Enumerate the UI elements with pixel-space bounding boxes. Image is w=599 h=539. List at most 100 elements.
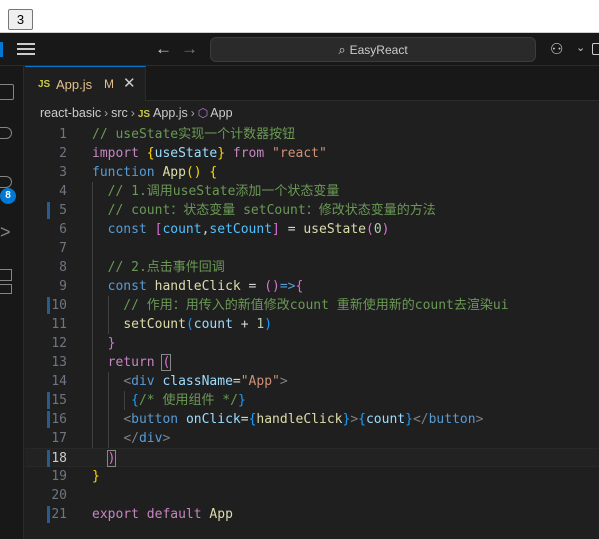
layout-icon[interactable] — [592, 43, 599, 55]
line-number: 18 — [51, 451, 67, 466]
line-number: 8 — [59, 260, 67, 275]
app-preview-strip: 3 — [0, 0, 599, 33]
code-text: // useState实现一个计数器按钮 — [92, 127, 296, 142]
code-text: ) — [106, 450, 117, 467]
code-editor[interactable]: 1 // useState实现一个计数器按钮 2 import {useStat… — [25, 125, 599, 539]
code-line: 2 import {useState} from "react" — [25, 144, 599, 163]
code-line: 7 — [25, 239, 599, 258]
modified-indicator: M — [104, 77, 114, 91]
code-text: import {useState} from "react" — [92, 146, 327, 161]
chevron-right-icon: › — [104, 106, 109, 120]
line-number: 10 — [51, 298, 67, 313]
code-line: 3 function App() { — [25, 163, 599, 182]
line-number: 21 — [51, 507, 67, 522]
active-indicator — [0, 42, 3, 57]
close-icon[interactable]: ✕ — [123, 74, 136, 92]
run-debug-icon[interactable]: > — [0, 223, 14, 241]
line-number: 14 — [51, 374, 67, 389]
breadcrumb-file-label: App.js — [153, 106, 188, 120]
code-text: } — [107, 336, 116, 351]
extensions-icon[interactable] — [0, 269, 12, 281]
activity-bar: 8 > — [0, 66, 24, 539]
breadcrumb-item-src[interactable]: src — [111, 101, 128, 125]
code-line-active: 18 ) — [25, 448, 599, 467]
line-number: 19 — [51, 469, 67, 484]
search-icon: ⌕ — [338, 42, 346, 57]
code-line: 12 } — [25, 334, 599, 353]
line-number: 13 — [51, 355, 67, 370]
code-text: // count：状态变量 setCount：修改状态变量的方法 — [92, 203, 436, 218]
line-number: 2 — [59, 146, 67, 161]
line-number: 6 — [59, 222, 67, 237]
line-number: 5 — [59, 203, 67, 218]
command-center-label: EasyReact — [349, 43, 408, 57]
search-icon[interactable] — [0, 127, 12, 139]
code-text: </div> — [123, 431, 171, 446]
line-number: 3 — [59, 165, 67, 180]
breadcrumb-symbol-label: App — [210, 106, 233, 120]
chevron-right-icon: › — [130, 106, 135, 120]
code-line: 19 } — [25, 467, 599, 486]
code-text: } — [92, 469, 100, 484]
chevron-down-icon[interactable]: ⌄ — [576, 41, 585, 54]
tab-label: App.js — [56, 77, 93, 92]
code-text: export default App — [92, 507, 233, 522]
breadcrumb-item-folder[interactable]: react-basic — [40, 101, 101, 125]
code-line: 15 {/* 使用组件 */} — [25, 391, 599, 410]
code-text: {/* 使用组件 */} — [131, 393, 246, 408]
source-control-badge: 8 — [0, 188, 16, 204]
code-text: return ( — [107, 354, 172, 371]
line-number: 4 — [59, 184, 67, 199]
code-text: function App() { — [92, 165, 218, 180]
javascript-file-icon: JS — [38, 79, 51, 90]
line-number: 17 — [51, 431, 67, 446]
line-number: 1 — [59, 127, 67, 142]
code-text: <div className="App"> — [123, 374, 288, 389]
code-line: 4 // 1.调用useState添加一个状态变量 — [25, 182, 599, 201]
explorer-icon[interactable] — [0, 84, 14, 100]
code-line: 1 // useState实现一个计数器按钮 — [25, 125, 599, 144]
counter-button[interactable]: 3 — [8, 9, 33, 30]
code-line: 16 <button onClick={handleClick}>{count}… — [25, 410, 599, 429]
editor-tabs: JS App.js M ✕ — [25, 66, 599, 101]
breadcrumb-item-file[interactable]: JS App.js — [138, 101, 188, 127]
source-control-icon[interactable] — [0, 176, 12, 188]
code-text: // 1.调用useState添加一个状态变量 — [92, 184, 340, 199]
command-center-search[interactable]: ⌕ EasyReact — [210, 37, 536, 62]
breadcrumb-item-symbol[interactable]: ⬡ App — [198, 101, 233, 125]
chevron-right-icon: › — [190, 106, 195, 120]
code-text: const handleClick = ()=>{ — [107, 279, 304, 294]
code-text: const [count,setCount] = useState(0) — [107, 222, 390, 237]
extensions-icon[interactable] — [0, 284, 12, 294]
code-line: 13 return ( — [25, 353, 599, 372]
forward-arrow-icon[interactable]: → — [181, 39, 198, 59]
code-text: // 2.点击事件回调 — [92, 260, 225, 275]
code-text: <button onClick={handleClick}>{count}</b… — [123, 412, 484, 427]
title-bar: ← → ⌕ EasyReact ⚇ ⌄ — [0, 33, 599, 66]
tab-app-js[interactable]: JS App.js M ✕ — [25, 66, 146, 101]
line-number: 20 — [51, 488, 67, 503]
code-line: 9 const handleClick = ()=>{ — [25, 277, 599, 296]
code-line: 8 // 2.点击事件回调 — [25, 258, 599, 277]
code-line: 10 // 作用：用传入的新值修改count 重新使用新的count去渲染ui — [25, 296, 599, 315]
line-number: 16 — [51, 412, 67, 427]
code-line: 21 export default App — [25, 505, 599, 524]
code-line: 5 // count：状态变量 setCount：修改状态变量的方法 — [25, 201, 599, 220]
code-line: 6 const [count,setCount] = useState(0) — [25, 220, 599, 239]
code-line: 14 <div className="App"> — [25, 372, 599, 391]
code-text: setCount(count + 1) — [123, 317, 273, 332]
code-text: // 作用：用传入的新值修改count 重新使用新的count去渲染ui — [92, 298, 509, 313]
menu-icon[interactable] — [17, 41, 39, 57]
symbol-function-icon: ⬡ — [197, 106, 209, 120]
code-line: 20 — [25, 486, 599, 505]
code-line: 17 </div> — [25, 429, 599, 448]
line-number: 11 — [51, 317, 67, 332]
back-arrow-icon[interactable]: ← — [155, 39, 172, 59]
javascript-file-icon: JS — [137, 109, 151, 120]
line-number: 7 — [59, 241, 67, 256]
copilot-icon[interactable]: ⚇ — [550, 40, 563, 58]
line-number: 12 — [51, 336, 67, 351]
breadcrumb: react-basic › src › JS App.js › ⬡ App — [25, 101, 599, 125]
code-line: 11 setCount(count + 1) — [25, 315, 599, 334]
line-number: 15 — [51, 393, 67, 408]
